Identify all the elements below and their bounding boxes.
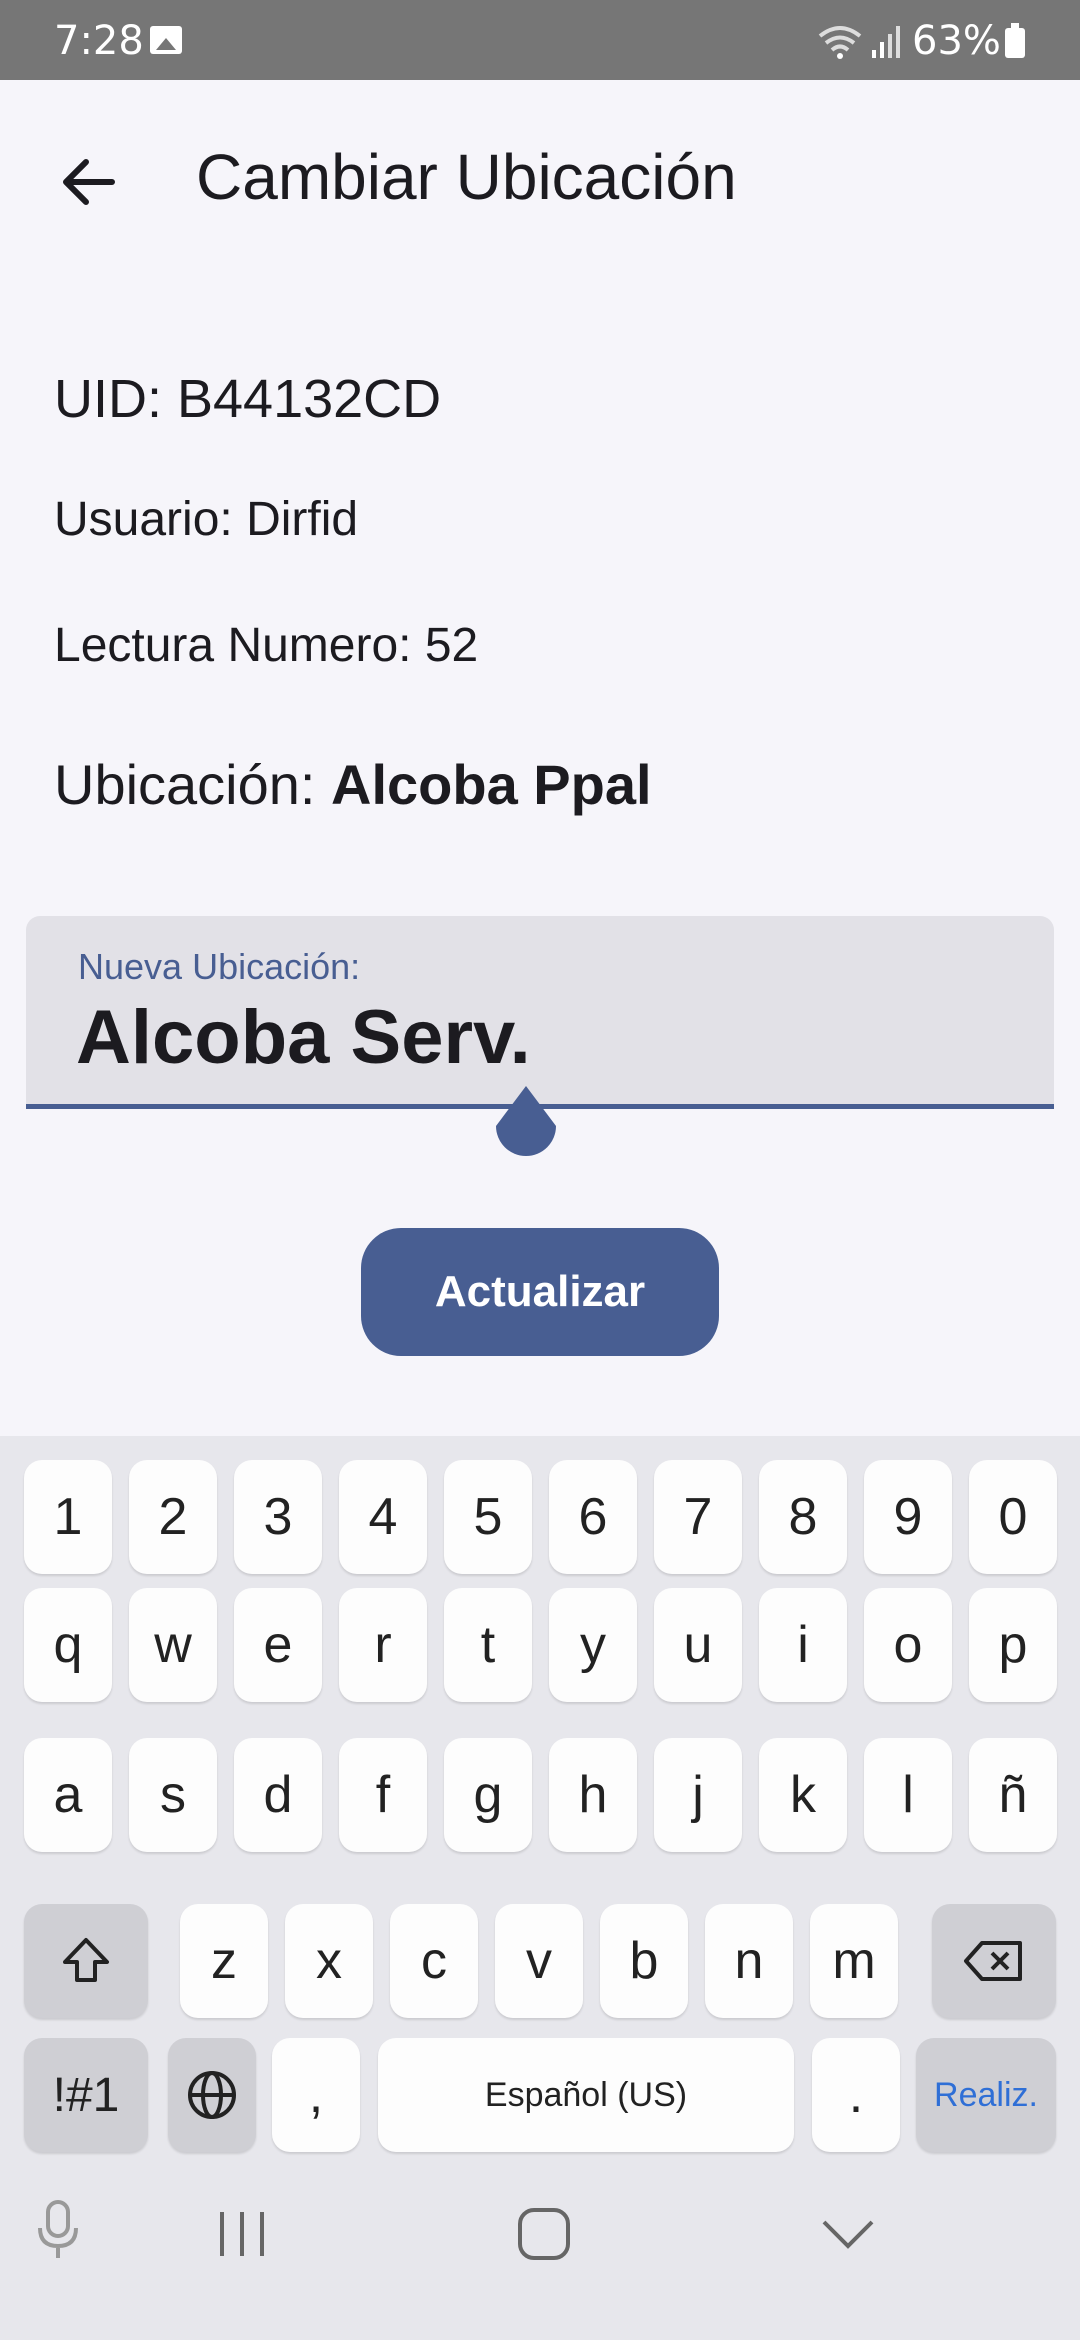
key-r1-5[interactable]: y — [549, 1588, 637, 1702]
ubicacion-text: Ubicación: Alcoba Ppal — [54, 752, 652, 817]
usuario-text: Usuario: Dirfid — [54, 493, 359, 546]
key-num-9[interactable]: 0 — [969, 1460, 1057, 1574]
key-r3-2[interactable]: c — [390, 1904, 478, 2018]
key-r1-4[interactable]: t — [444, 1588, 532, 1702]
key-r2-1[interactable]: s — [129, 1738, 217, 1852]
comma-key[interactable]: , — [272, 2038, 360, 2152]
key-r2-0[interactable]: a — [24, 1738, 112, 1852]
page-title: Cambiar Ubicación — [196, 141, 737, 213]
shift-icon — [63, 1938, 109, 1982]
key-r3-5[interactable]: n — [705, 1904, 793, 2018]
lectura-text: Lectura Numero: 52 — [54, 619, 479, 672]
key-r2-5[interactable]: h — [549, 1738, 637, 1852]
back-arrow-icon[interactable] — [56, 150, 120, 214]
key-num-2[interactable]: 3 — [234, 1460, 322, 1574]
nueva-ubicacion-label: Nueva Ubicación: — [78, 946, 361, 987]
done-key[interactable]: Realiz. — [916, 2038, 1056, 2152]
key-num-4[interactable]: 5 — [444, 1460, 532, 1574]
key-num-7[interactable]: 8 — [759, 1460, 847, 1574]
actualizar-button[interactable]: Actualizar — [361, 1228, 719, 1356]
recent-apps-icon[interactable] — [216, 2208, 268, 2260]
language-key[interactable] — [168, 2038, 256, 2152]
shift-key[interactable] — [24, 1904, 148, 2018]
ubicacion-value: Alcoba Ppal — [331, 753, 652, 816]
battery-icon — [1005, 23, 1025, 58]
home-icon[interactable] — [516, 2206, 572, 2262]
key-num-0[interactable]: 1 — [24, 1460, 112, 1574]
hide-keyboard-icon[interactable] — [820, 2216, 876, 2252]
key-r2-8[interactable]: l — [864, 1738, 952, 1852]
key-r1-9[interactable]: p — [969, 1588, 1057, 1702]
signal-icon — [872, 26, 900, 58]
nueva-ubicacion-input[interactable] — [76, 994, 976, 1081]
key-r3-0[interactable]: z — [180, 1904, 268, 2018]
key-r1-2[interactable]: e — [234, 1588, 322, 1702]
key-r2-6[interactable]: j — [654, 1738, 742, 1852]
key-r2-3[interactable]: f — [339, 1738, 427, 1852]
space-key[interactable]: Español (US) — [378, 2038, 794, 2152]
image-notification-icon — [150, 26, 182, 54]
nueva-ubicacion-field[interactable]: Nueva Ubicación: — [26, 916, 1054, 1109]
symbols-key[interactable]: !#1 — [24, 2038, 148, 2152]
backspace-key[interactable] — [932, 1904, 1056, 2018]
key-r2-4[interactable]: g — [444, 1738, 532, 1852]
status-bar: 7:28 63% — [0, 0, 1080, 80]
key-r3-6[interactable]: m — [810, 1904, 898, 2018]
key-r3-4[interactable]: b — [600, 1904, 688, 2018]
key-r1-3[interactable]: r — [339, 1588, 427, 1702]
key-r1-7[interactable]: i — [759, 1588, 847, 1702]
ubicacion-label: Ubicación: — [54, 753, 332, 816]
key-r1-0[interactable]: q — [24, 1588, 112, 1702]
key-num-5[interactable]: 6 — [549, 1460, 637, 1574]
microphone-icon[interactable] — [34, 2198, 82, 2262]
text-cursor-handle[interactable] — [494, 1086, 558, 1162]
wifi-icon — [818, 26, 862, 59]
key-r1-1[interactable]: w — [129, 1588, 217, 1702]
key-r1-6[interactable]: u — [654, 1588, 742, 1702]
key-num-8[interactable]: 9 — [864, 1460, 952, 1574]
key-r3-3[interactable]: v — [495, 1904, 583, 2018]
navigation-bar — [0, 2160, 1080, 2340]
globe-icon — [188, 2071, 236, 2119]
backspace-icon — [964, 1941, 1022, 1981]
key-r2-2[interactable]: d — [234, 1738, 322, 1852]
key-r3-1[interactable]: x — [285, 1904, 373, 2018]
battery-percent: 63% — [912, 18, 1001, 64]
keyboard: 1234567890 qwertyuiop asdfghjklñ zxcvbnm… — [0, 1436, 1080, 2160]
key-num-6[interactable]: 7 — [654, 1460, 742, 1574]
period-key[interactable]: . — [812, 2038, 900, 2152]
key-r2-9[interactable]: ñ — [969, 1738, 1057, 1852]
key-r1-8[interactable]: o — [864, 1588, 952, 1702]
key-num-3[interactable]: 4 — [339, 1460, 427, 1574]
status-time: 7:28 — [54, 18, 144, 64]
key-num-1[interactable]: 2 — [129, 1460, 217, 1574]
key-r2-7[interactable]: k — [759, 1738, 847, 1852]
uid-text: UID: B44132CD — [54, 369, 442, 429]
